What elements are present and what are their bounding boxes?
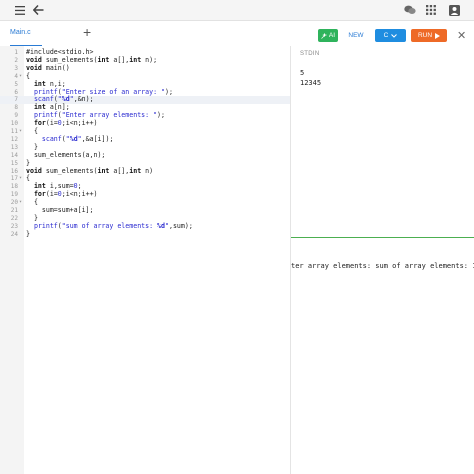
line-number: 1 (14, 49, 18, 56)
line-number: 2 (14, 56, 18, 64)
code-text: sum_elements(a,n); (26, 150, 106, 159)
line-number: 14 (10, 151, 18, 159)
apps-grid-icon[interactable] (424, 3, 438, 17)
back-arrow-icon[interactable] (31, 3, 45, 17)
line-number: 15 (10, 159, 18, 167)
fold-toggle-icon[interactable]: ▾ (19, 128, 22, 136)
line-number: 12 (10, 135, 18, 143)
line-number: 7 (14, 96, 18, 104)
add-tab-button[interactable]: + (83, 25, 91, 39)
top-bar (0, 0, 474, 21)
play-icon (435, 32, 441, 39)
fold-toggle-icon[interactable]: ▾ (19, 73, 22, 81)
line-number: 8 (14, 104, 18, 112)
line-number: 10 (10, 120, 18, 128)
tab-main-c[interactable]: Main.c (10, 29, 31, 36)
line-number: 20 (10, 199, 18, 207)
code-line[interactable]: 12 scanf("%d",&a[i]); (0, 134, 290, 144)
line-number: 4 (14, 72, 18, 80)
panel-divider[interactable] (291, 237, 474, 238)
line-number: 22 (10, 214, 18, 222)
new-button-label: NEW (348, 32, 364, 39)
line-number: 19 (10, 191, 18, 199)
menu-icon[interactable] (13, 3, 27, 17)
code-text: void main() (26, 63, 70, 72)
code-line[interactable]: 10 for(i=0;i<n;i++) (0, 119, 290, 128)
stdin-title: STDIN (300, 51, 320, 57)
code-line[interactable]: 24} (0, 229, 290, 239)
stdin-line: 5 (300, 69, 305, 77)
line-number: 9 (14, 112, 18, 120)
code-text: scanf("%d",&a[i]); (41, 134, 114, 143)
chevron-down-icon (391, 33, 398, 38)
line-number: 16 (10, 167, 18, 175)
fold-toggle-icon[interactable]: ▾ (19, 199, 22, 207)
code-text: } (26, 229, 30, 238)
line-number: 3 (14, 64, 18, 72)
line-number: 17 (10, 175, 18, 183)
code-editor[interactable]: 1 #include<stdio.h> 2 void sum_elements(int… (0, 46, 291, 474)
run-button[interactable]: RUN (411, 29, 447, 42)
ai-button-label: AI (328, 32, 336, 39)
avatar-icon[interactable] (447, 3, 461, 17)
language-label: C (383, 32, 389, 39)
line-number: 21 (10, 207, 18, 214)
line-number: 18 (10, 183, 18, 191)
output-text: ter array elements: sum of array element… (291, 262, 474, 270)
wechat-icon[interactable] (403, 3, 417, 17)
line-number: 13 (10, 143, 18, 151)
code-line[interactable]: 23 printf("sum of array elements: %d",su… (0, 221, 290, 231)
line-number: 23 (10, 222, 18, 230)
run-button-label: RUN (417, 32, 433, 39)
code-text: printf("sum of array elements: %d",sum); (33, 221, 193, 230)
line-number: 5 (14, 80, 18, 88)
line-number: 11 (10, 128, 18, 135)
ai-button[interactable]: AI (318, 29, 338, 42)
code-line[interactable]: 19 for(i=0;i<n;i++) (0, 190, 290, 199)
close-icon[interactable]: ✕ (457, 30, 466, 42)
code-line[interactable]: 14 sum_elements(a,n); (0, 150, 290, 160)
code-text: void sum_elements(int a[],int n) (26, 166, 154, 175)
line-number: 6 (14, 88, 18, 96)
ai-sparkle-icon (321, 32, 327, 39)
code-line[interactable]: 21 sum=sum+a[i]; (0, 206, 290, 215)
new-button[interactable]: NEW (346, 29, 366, 42)
fold-toggle-icon[interactable]: ▾ (19, 175, 22, 183)
language-select[interactable]: C (375, 29, 406, 42)
code-line[interactable]: 3 void main() (0, 63, 290, 73)
stdin-line: 12345 (300, 79, 322, 87)
line-number: 24 (10, 230, 18, 238)
code-line[interactable]: 16 void sum_elements(int a[],int n) (0, 166, 290, 176)
